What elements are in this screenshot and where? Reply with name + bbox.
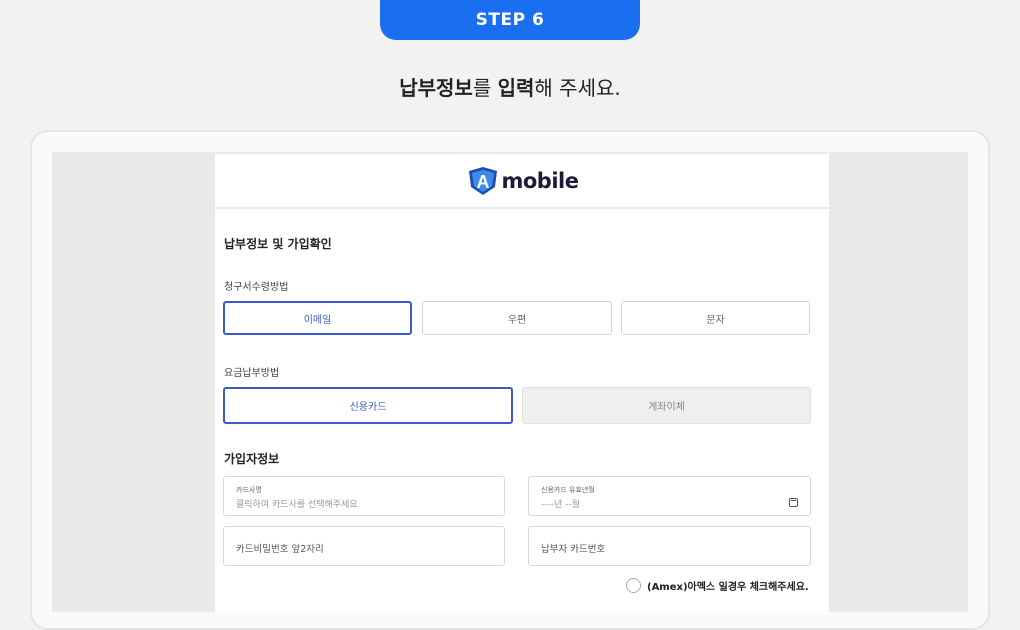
card-company-placeholder: 클릭하여 카드사를 선택해주세요	[236, 500, 358, 510]
amex-label: (Amex)아멕스 일경우 체크해주세요.	[647, 582, 809, 593]
payment-option-bank[interactable]: 계좌이체	[522, 387, 811, 424]
form-title: 납부정보 및 가입확인	[224, 237, 332, 251]
billing-option-email[interactable]: 이메일	[223, 301, 412, 335]
payment-label: 요금납부방법	[224, 368, 280, 379]
card-expiry-placeholder: ----년 --월	[541, 500, 580, 510]
billing-option-email-label: 이메일	[303, 314, 332, 326]
page-header: A mobile	[215, 154, 829, 209]
payer-card-number-input[interactable]: 납부자 카드번호	[528, 526, 811, 566]
payment-option-bank-label: 계좌이체	[648, 402, 685, 413]
card-password-placeholder: 카드비밀번호 앞2자리	[236, 544, 324, 555]
headline-part-2: 해 주세요.	[534, 76, 621, 100]
card-company-select[interactable]: 카드사명 클릭하여 카드사를 선택해주세요	[223, 476, 505, 516]
payment-option-card[interactable]: 신용카드	[223, 387, 513, 424]
calendar-icon[interactable]	[789, 498, 798, 507]
payer-card-number-placeholder: 납부자 카드번호	[541, 544, 606, 555]
signup-page: A mobile 납부정보 및 가입확인 청구서수령방법 이메일 우편 문자 요…	[215, 154, 829, 614]
radio-icon[interactable]	[626, 578, 641, 593]
billing-option-post[interactable]: 우편	[422, 301, 612, 335]
amobile-logo[interactable]: A mobile	[466, 165, 579, 197]
page-headline: 납부정보를 입력해 주세요.	[0, 72, 1020, 101]
billing-option-sms-label: 문자	[706, 314, 725, 326]
amex-checkbox-row[interactable]: (Amex)아멕스 일경우 체크해주세요.	[626, 578, 809, 593]
subscriber-title: 가입자정보	[224, 452, 280, 466]
payment-option-card-label: 신용카드	[349, 402, 387, 413]
headline-bold-2: 입력	[497, 76, 535, 100]
billing-option-post-label: 우편	[507, 314, 527, 326]
card-company-label: 카드사명	[236, 486, 262, 494]
card-expiry-field[interactable]: 신용카드 유효년월 ----년 --월	[528, 476, 811, 516]
card-expiry-label: 신용카드 유효년월	[541, 486, 595, 494]
headline-part-1: 를	[472, 76, 498, 100]
logo-shield-icon: A	[468, 166, 497, 195]
step-badge: STEP 6	[380, 0, 640, 40]
logo-mark-letter: A	[476, 172, 489, 192]
headline-bold-1: 납부정보	[399, 76, 473, 100]
logo-text: mobile	[501, 168, 579, 193]
billing-label: 청구서수령방법	[224, 282, 289, 293]
card-password-input[interactable]: 카드비밀번호 앞2자리	[223, 526, 505, 566]
billing-option-sms[interactable]: 문자	[621, 301, 810, 335]
